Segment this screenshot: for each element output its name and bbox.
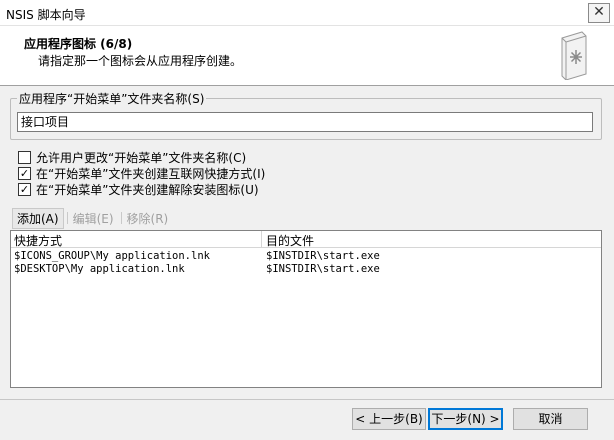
page-subtitle: 请指定那一个图标会从应用程序创建。 bbox=[38, 54, 243, 68]
checkbox-checked-icon: ✓ bbox=[18, 166, 31, 180]
column-header-shortcut[interactable]: 快捷方式 bbox=[14, 232, 62, 249]
back-button[interactable]: < 上一步(B) bbox=[352, 408, 426, 430]
column-divider[interactable] bbox=[261, 231, 262, 248]
checkbox-label: 在“开始菜单”文件夹创建互联网快捷方式(I) bbox=[36, 166, 266, 181]
list-item[interactable]: $DESKTOP\My application.lnk $INSTDIR\sta… bbox=[11, 263, 601, 276]
edit-button[interactable]: 编辑(E) bbox=[69, 209, 118, 228]
toolbar-divider bbox=[66, 212, 68, 224]
target-cell: $INSTDIR\start.exe bbox=[266, 250, 380, 262]
internet-shortcut-checkbox[interactable]: ✓ 在“开始菜单”文件夹创建互联网快捷方式(I) bbox=[18, 166, 266, 181]
start-menu-folder-input[interactable]: 接口项目 bbox=[17, 112, 593, 132]
remove-button[interactable]: 移除(R) bbox=[123, 209, 173, 228]
footer-divider bbox=[0, 399, 614, 400]
cancel-button[interactable]: 取消 bbox=[513, 408, 588, 430]
column-header-target[interactable]: 目的文件 bbox=[266, 232, 314, 249]
checkbox-label: 允许用户更改“开始菜单”文件夹名称(C) bbox=[36, 150, 247, 165]
checkbox-checked-icon: ✓ bbox=[18, 182, 31, 196]
next-button[interactable]: 下一步(N) > bbox=[428, 408, 503, 430]
target-cell: $INSTDIR\start.exe bbox=[266, 263, 380, 275]
checkbox-label: 在“开始菜单”文件夹创建解除安装图标(U) bbox=[36, 182, 259, 197]
list-item[interactable]: $ICONS_GROUP\My application.lnk $INSTDIR… bbox=[11, 250, 601, 263]
list-header: 快捷方式 目的文件 bbox=[11, 231, 601, 248]
shortcut-cell: $ICONS_GROUP\My application.lnk bbox=[14, 250, 210, 262]
toolbar-divider bbox=[120, 212, 122, 224]
shortcut-cell: $DESKTOP\My application.lnk bbox=[14, 263, 185, 275]
window-title: NSIS 脚本向导 bbox=[6, 8, 86, 22]
wizard-header: 应用程序图标 (6/8) 请指定那一个图标会从应用程序创建。 bbox=[0, 26, 614, 86]
checkbox-unchecked-icon bbox=[18, 150, 31, 164]
start-menu-folder-label: 应用程序“开始菜单”文件夹名称(S) bbox=[17, 90, 207, 107]
allow-change-folder-checkbox[interactable]: 允许用户更改“开始菜单”文件夹名称(C) bbox=[18, 150, 247, 165]
wizard-book-icon bbox=[561, 31, 587, 80]
uninstall-icon-checkbox[interactable]: ✓ 在“开始菜单”文件夹创建解除安装图标(U) bbox=[18, 182, 259, 197]
page-title: 应用程序图标 (6/8) bbox=[24, 37, 133, 51]
close-button[interactable]: ✕ bbox=[588, 3, 610, 23]
add-button[interactable]: 添加(A) bbox=[12, 207, 64, 229]
start-menu-folder-group: 应用程序“开始菜单”文件夹名称(S) 接口项目 bbox=[10, 90, 602, 140]
title-bar: NSIS 脚本向导 ✕ bbox=[0, 0, 614, 26]
shortcut-list[interactable]: 快捷方式 目的文件 $ICONS_GROUP\My application.ln… bbox=[10, 230, 602, 388]
shortcut-toolbar: 添加(A) 编辑(E) 移除(R) bbox=[12, 207, 174, 229]
